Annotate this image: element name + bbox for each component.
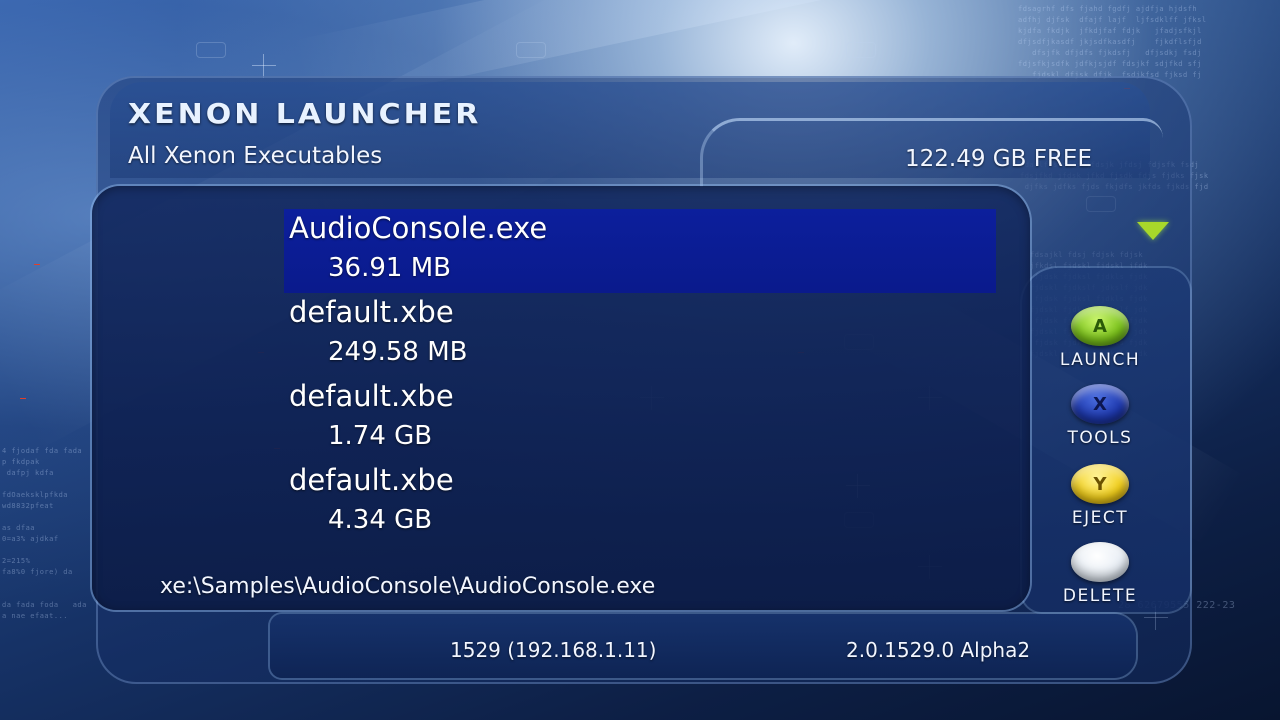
file-name: default.xbe [289, 463, 454, 497]
file-size: 4.34 GB [328, 505, 433, 535]
background-code-texture: fdsagrhf dfs fjahd fgdfj ajdfja hjdsfh a… [1018, 5, 1207, 79]
file-size: 249.58 MB [328, 337, 468, 367]
scroll-down-arrow-icon[interactable] [1137, 222, 1169, 240]
launch-button[interactable]: A LAUNCH [1042, 306, 1158, 370]
a-button-icon: A [1071, 306, 1129, 346]
console-info: 1529 (192.168.1.11) [450, 638, 657, 662]
background-crosshair [252, 54, 276, 78]
free-space-label: 122.49 GB FREE [905, 146, 1092, 172]
x-button-icon: X [1071, 384, 1129, 424]
tools-button[interactable]: X TOOLS [1042, 384, 1158, 448]
file-size: 1.74 GB [328, 421, 433, 451]
version-label: 2.0.1529.0 Alpha2 [846, 638, 1031, 662]
background-red-marker [20, 398, 26, 399]
background-red-marker [34, 264, 40, 265]
eject-label: EJECT [1071, 508, 1129, 528]
file-name: default.xbe [289, 295, 454, 329]
launch-label: LAUNCH [1059, 350, 1141, 370]
xenon-launcher-screen: fdsagrhf dfs fjahd fgdfj ajdfja hjdsfh a… [0, 0, 1280, 720]
selected-file-path: xe:\Samples\AudioConsole\AudioConsole.ex… [160, 574, 656, 599]
file-name: default.xbe [289, 379, 454, 413]
file-list-item[interactable]: default.xbe 4.34 GB [284, 461, 996, 545]
page-title: XENON LAUNCHER [128, 98, 482, 131]
file-size: 36.91 MB [328, 253, 451, 283]
tools-label: TOOLS [1067, 428, 1133, 448]
background-marker [846, 42, 876, 58]
background-code-texture: 4 fjodaf fda fada p fkdpak dafpj kdfa fd… [2, 447, 87, 620]
file-list-item[interactable]: default.xbe 1.74 GB [284, 377, 996, 461]
background-marker [516, 42, 546, 58]
y-button-icon: Y [1071, 464, 1129, 504]
eject-button[interactable]: Y EJECT [1042, 464, 1158, 528]
white-button-icon [1071, 542, 1129, 582]
delete-label: DELETE [1062, 586, 1138, 606]
file-list-item-selected[interactable]: AudioConsole.exe 36.91 MB [284, 209, 996, 293]
page-subtitle: All Xenon Executables [128, 143, 383, 169]
file-name: AudioConsole.exe [289, 211, 548, 245]
delete-button[interactable]: DELETE [1042, 542, 1158, 606]
background-marker [196, 42, 226, 58]
file-list-item[interactable]: default.xbe 249.58 MB [284, 293, 996, 377]
